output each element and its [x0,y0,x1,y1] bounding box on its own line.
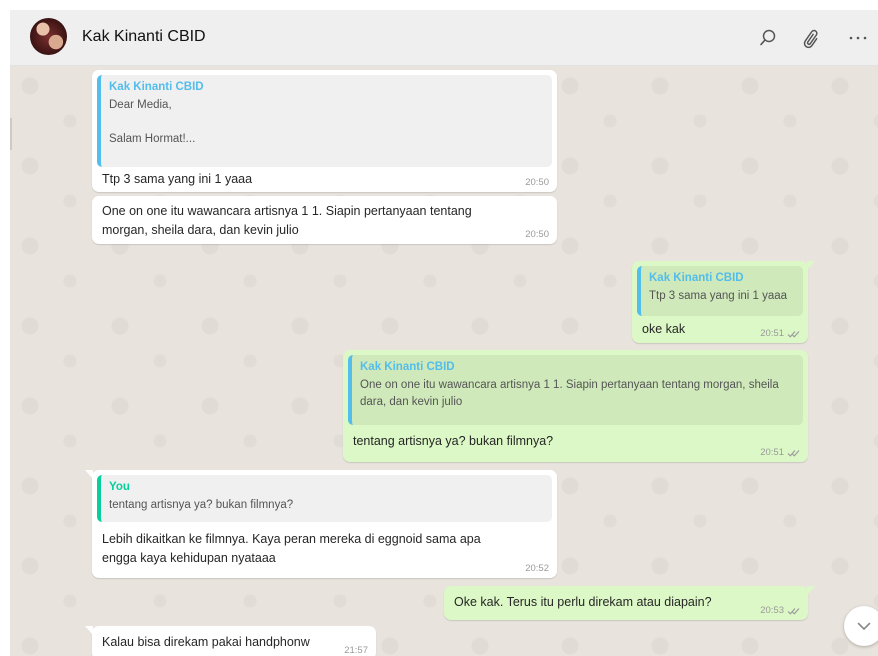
message-incoming[interactable]: One on one itu wawancara artisnya 1 1. S… [92,196,557,244]
attach-icon[interactable] [798,24,826,52]
message-outgoing[interactable]: Kak Kinanti CBID One on one itu wawancar… [343,350,808,462]
chat-header: Kak Kinanti CBID [10,10,878,66]
time-label: 20:51 [760,447,784,458]
message-incoming[interactable]: Kak Kinanti CBID Dear Media, Salam Horma… [92,70,557,192]
time-label: 20:53 [760,605,784,616]
time-label: 20:50 [525,229,549,240]
message-text: Kalau bisa direkam pakai handphonw [102,635,310,649]
quoted-message[interactable]: Kak Kinanti CBID Ttp 3 sama yang ini 1 y… [637,266,803,316]
message-incoming[interactable]: Kalau bisa direkam pakai handphonw 21:57 [85,626,376,656]
contact-avatar[interactable] [30,18,67,55]
time-label: 20:50 [525,177,549,188]
quote-text: One on one itu wawancara artisnya 1 1. S… [360,379,779,408]
read-ticks-icon [787,607,800,615]
scroll-marker [10,118,12,150]
message-text: One on one itu wawancara artisnya 1 1. S… [102,204,472,237]
time-label: 20:51 [760,328,784,339]
quoted-message[interactable]: Kak Kinanti CBID One on one itu wawancar… [348,355,803,425]
message-list[interactable]: Kak Kinanti CBID Dear Media, Salam Horma… [10,66,878,656]
quote-text: tentang artisnya ya? bukan filmnya? [109,499,294,511]
contact-name[interactable]: Kak Kinanti CBID [82,28,206,46]
quote-author: Kak Kinanti CBID [109,81,204,93]
read-ticks-icon [787,330,800,338]
quote-text: Ttp 3 sama yang ini 1 yaaa [649,290,788,302]
chevron-down-icon [857,622,871,630]
message-text: Oke kak. Terus itu perlu direkam atau di… [454,595,712,609]
quoted-message[interactable]: You tentang artisnya ya? bukan filmnya? [97,475,552,522]
message-outgoing[interactable]: Kak Kinanti CBID Ttp 3 sama yang ini 1 y… [632,261,815,343]
time-label: 20:52 [525,563,549,574]
quote-text: Dear Media, Salam Hormat!... [109,99,196,145]
quote-author: Kak Kinanti CBID [360,361,455,373]
message-time: 20:51 [760,328,800,339]
message-time: 20:52 [525,563,549,574]
quote-author: You [109,481,130,493]
message-time: 20:51 [760,447,800,458]
read-ticks-icon [787,449,800,457]
time-label: 21:57 [344,645,368,656]
message-incoming[interactable]: You tentang artisnya ya? bukan filmnya? … [85,470,557,578]
message-text: tentang artisnya ya? bukan filmnya? [353,434,554,448]
quote-author: Kak Kinanti CBID [649,272,744,284]
scroll-down-button[interactable] [844,606,878,646]
message-time: 20:50 [525,229,549,240]
message-outgoing[interactable]: Oke kak. Terus itu perlu direkam atau di… [444,586,815,620]
message-time: 20:50 [525,177,549,188]
chat-window: Kak Kinanti CBID Kak Kinanti CBID Dear M… [10,10,878,656]
message-time: 20:53 [760,605,800,616]
message-text: Lebih dikaitkan ke filmnya. Kaya peran m… [102,532,481,565]
message-time: 21:57 [344,645,368,656]
message-text: Ttp 3 sama yang ini 1 yaaa [102,172,253,186]
search-icon[interactable] [754,24,782,52]
more-icon[interactable] [844,24,872,52]
quoted-message[interactable]: Kak Kinanti CBID Dear Media, Salam Horma… [97,75,552,167]
